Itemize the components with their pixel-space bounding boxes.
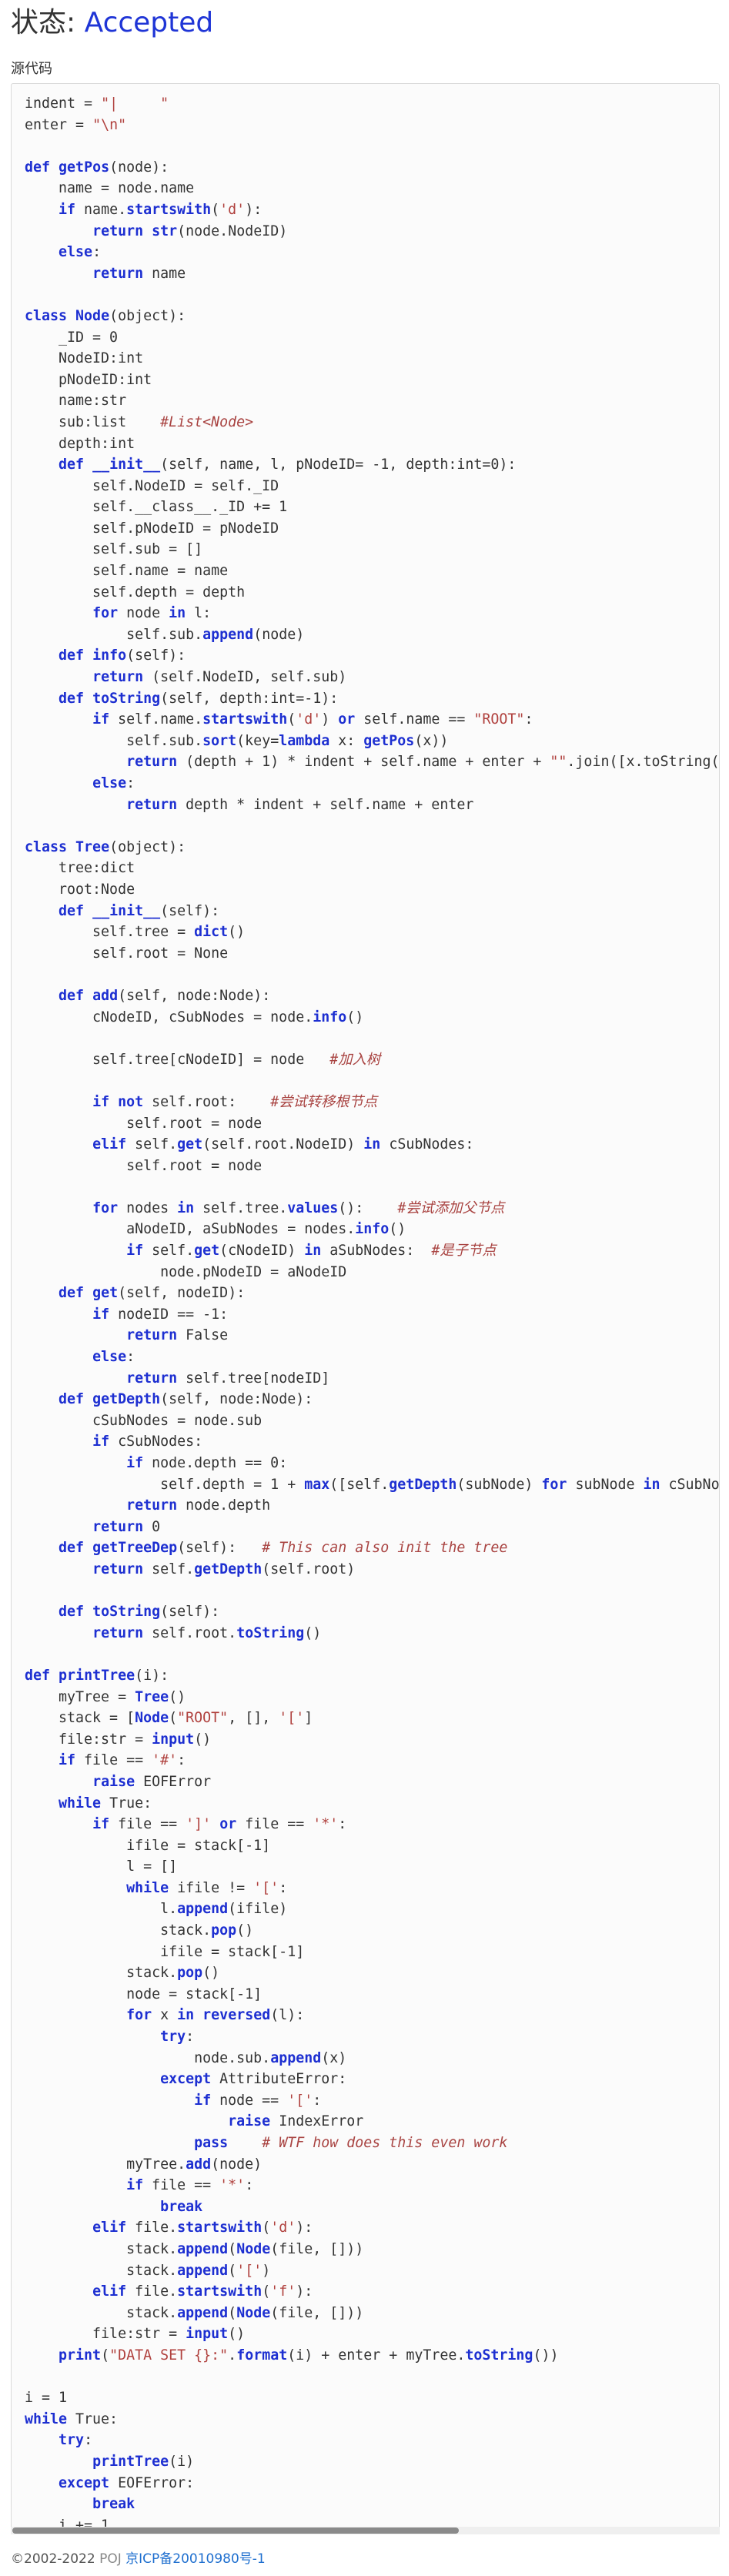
icp-link[interactable]: 京ICP备20010980号-1: [125, 2551, 266, 2567]
footer-copyright: ©2002-2022: [11, 2551, 100, 2567]
horizontal-scrollbar[interactable]: [11, 2527, 720, 2534]
status-label: 状态:: [11, 7, 85, 38]
status-line: 状态: Accepted: [11, 3, 213, 43]
source-code: indent = "| " enter = "\n" def getPos(no…: [25, 95, 720, 2534]
source-code-box[interactable]: indent = "| " enter = "\n" def getPos(no…: [11, 83, 720, 2534]
status-value: Accepted: [84, 7, 214, 38]
source-code-title: 源代码: [11, 61, 52, 77]
footer: ©2002-2022 POJ 京ICP备20010980号-1: [11, 2550, 266, 2568]
footer-site-name: POJ: [99, 2551, 122, 2567]
scrollbar-thumb[interactable]: [12, 2527, 459, 2534]
